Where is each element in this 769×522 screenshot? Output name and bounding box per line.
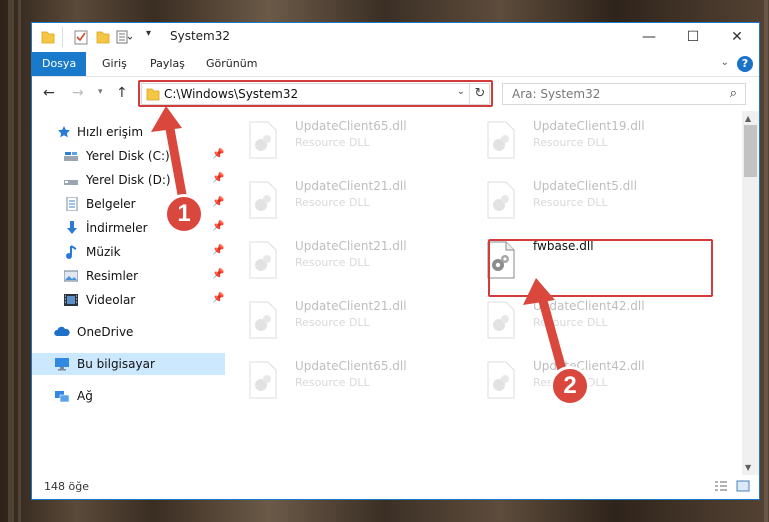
step-2-badge: 2: [550, 366, 590, 406]
arrow-head-icon: [523, 278, 555, 305]
annotation-arrows: [151, 106, 567, 375]
arrow-to-address-bar: [163, 113, 188, 205]
arrow-head-icon: [151, 106, 182, 132]
arrow-to-file: [535, 285, 567, 375]
step-1-badge: 1: [164, 194, 204, 234]
